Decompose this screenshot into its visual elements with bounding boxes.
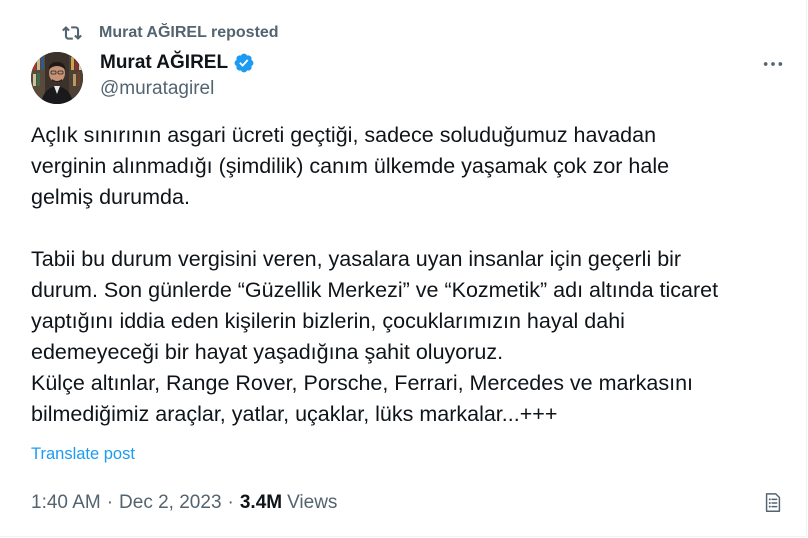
author-name-row[interactable]: Murat AĞIREL — [100, 50, 255, 76]
tweet-text: Açlık sınırının asgari ücreti geçtiği, s… — [31, 120, 791, 430]
tweet-paragraph-2: Tabii bu durum vergisini veren, yasalara… — [31, 247, 719, 426]
repost-icon — [62, 23, 82, 43]
tweet-card: Murat AĞIREL reposted Murat AĞIREL @mura… — [0, 0, 807, 537]
author-name[interactable]: Murat AĞIREL — [100, 52, 228, 74]
more-options-icon[interactable] — [761, 54, 785, 74]
analytics-icon[interactable] — [760, 489, 786, 517]
tweet-paragraph-1: Açlık sınırının asgari ücreti geçtiği, s… — [31, 123, 670, 209]
tweet-date[interactable]: Dec 2, 2023 — [119, 492, 221, 514]
views-count: 3.4M — [239, 492, 283, 513]
meta-separator: · — [106, 492, 114, 513]
repost-label: Murat AĞIREL reposted — [99, 24, 279, 41]
verified-badge-icon[interactable] — [233, 52, 255, 74]
translate-post-link[interactable]: Translate post — [31, 445, 135, 464]
views-label: Views — [287, 492, 338, 513]
meta-separator: · — [227, 492, 234, 513]
author-handle[interactable]: @muratagirel — [100, 78, 214, 100]
avatar[interactable] — [31, 52, 83, 104]
tweet-time[interactable]: 1:40 AM — [31, 492, 101, 514]
tweet-meta: 1:40 AM · Dec 2, 2023 · 3.4M Views — [31, 490, 337, 516]
repost-indicator[interactable]: Murat AĞIREL reposted — [62, 22, 279, 44]
